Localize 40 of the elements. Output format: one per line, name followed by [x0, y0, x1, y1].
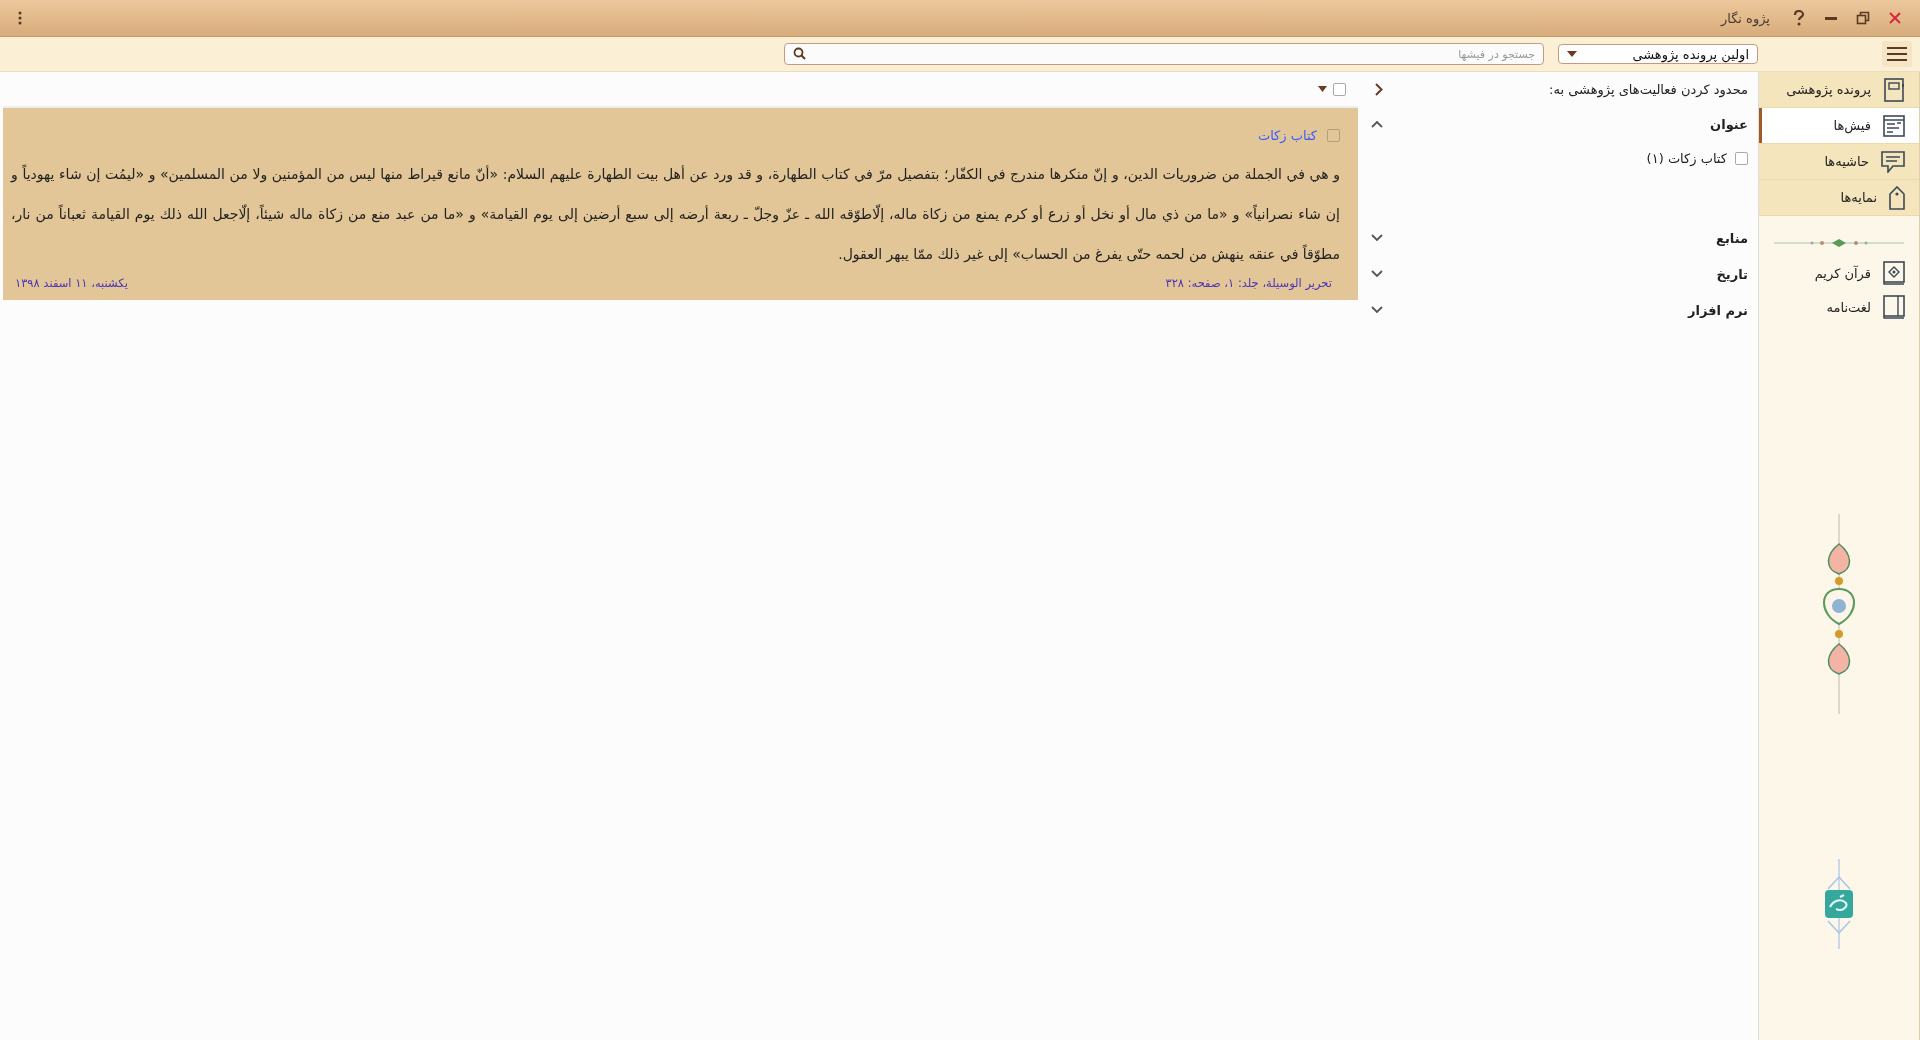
select-all-checkbox[interactable]	[1333, 82, 1346, 96]
nav-item[interactable]: فیش‌ها	[1759, 108, 1919, 144]
search-field[interactable]: جستجو در فیشها	[784, 43, 1544, 65]
caret-icon	[1567, 51, 1577, 57]
logo-icon	[1822, 859, 1856, 949]
card-icon	[1883, 114, 1905, 137]
menu-button[interactable]	[1882, 41, 1912, 67]
nav-item[interactable]: نمایه‌ها	[1759, 180, 1919, 216]
tag-icon	[1889, 185, 1905, 210]
restore-icon	[1856, 11, 1870, 25]
checkbox[interactable]	[1327, 128, 1340, 142]
book-icon	[1883, 261, 1905, 285]
ornament-divider-icon	[1774, 238, 1904, 248]
more-icon	[18, 11, 22, 25]
menu-icon	[1887, 47, 1907, 61]
filter-section-header[interactable]: تاریخ	[1371, 256, 1748, 292]
speech-bubble-icon	[1881, 150, 1905, 173]
filter-section-header[interactable]: نرم افزار	[1371, 292, 1748, 328]
window-title: پژوه نگار	[1720, 10, 1770, 26]
filter-option-label: کتاب زکات (۱)	[1646, 150, 1727, 166]
note-source[interactable]: تحریر الوسیلة، جلد: ۱، صفحه: ۳۲۸	[1165, 276, 1332, 290]
help-icon	[1793, 10, 1805, 26]
nav-item[interactable]: لغت‌نامه	[1759, 290, 1919, 324]
filter-section-header[interactable]: عنوان	[1371, 106, 1748, 142]
close-icon	[1888, 11, 1902, 25]
minimize-icon	[1825, 16, 1837, 20]
note-date: یکشنبه، ۱۱ اسفند ۱۳۹۸	[15, 276, 128, 290]
note-text: و هي في الجملة من ضروريات الدين، و إنّ منكرها مندرج في الكفّار؛ بتفصيل مرّ في كتاب الطهارة، و قد ورد عن أهل بيت الطهارة عليهم السلام: «أنّ مانع قيراط منها ليس من المؤمنين ولا من المسلمين» و «ليمُت إن شاء يهودياً و إن شاء نصرانياً» و «ما من ذي مال أو نخل أو زرع أو كرم يمنع من زكاة ماله، إلّاطوّقه الله ـ عزّ وجلّ ـ ربعة أرضه إلى سبع أرضين إلى يوم القيامة» و «ما من عبد منع من زكاة ماله شيئاً، إلّاجعل الله ذلك يوم القيامة ثعباناً من نار، مطوّقاً في عنقه ينهش من لحمه حتّى يفرغ من الحساب» إلى غير ذلك ممّا يبهر العقول.	[11, 163, 1340, 265]
chevron-icon[interactable]	[1375, 82, 1383, 96]
nav-item[interactable]: قرآن کریم	[1759, 256, 1919, 290]
book-icon	[1883, 295, 1905, 319]
filter-heading: محدود کردن فعالیت‌های پژوهشی به:	[1549, 81, 1748, 97]
nav-item[interactable]: پرونده پژوهشی	[1759, 72, 1919, 108]
search-icon	[793, 47, 806, 60]
nav-item[interactable]: حاشیه‌ها	[1759, 144, 1919, 180]
project-dropdown[interactable]: اولین پرونده پژوهشی	[1558, 44, 1758, 64]
caret-icon[interactable]	[1318, 86, 1327, 92]
notebook-icon	[1883, 77, 1905, 102]
filter-section-header[interactable]: منابع	[1371, 220, 1748, 256]
checkbox[interactable]	[1735, 151, 1748, 165]
